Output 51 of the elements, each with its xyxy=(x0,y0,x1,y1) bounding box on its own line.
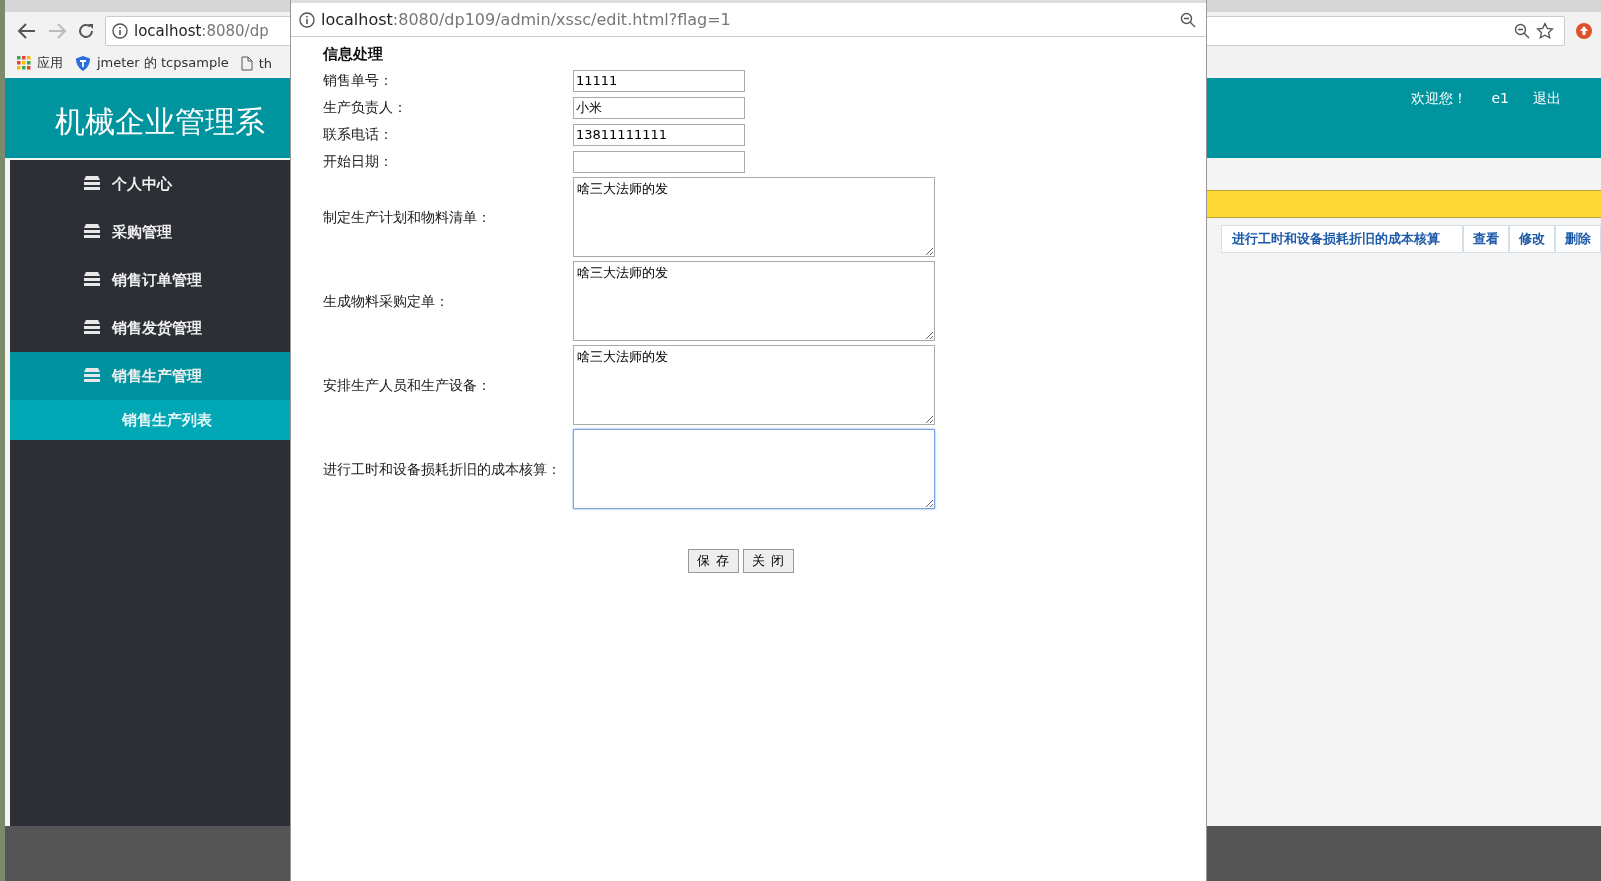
welcome-text: 欢迎您！ xyxy=(1411,90,1468,108)
sidebar-item[interactable]: 个人中心 xyxy=(10,160,290,208)
action-link[interactable]: 删除 xyxy=(1555,225,1601,253)
stack-icon xyxy=(82,176,102,192)
site-title: 机械企业管理系 xyxy=(55,103,265,141)
text-area[interactable]: 啥三大法师的发 xyxy=(573,177,935,257)
field-label: 开始日期： xyxy=(323,152,394,171)
apps-grid-icon xyxy=(17,56,31,70)
logout-link[interactable]: 退出 xyxy=(1533,90,1561,108)
text-area[interactable] xyxy=(573,429,935,509)
form-button[interactable]: 保 存 xyxy=(688,549,740,573)
field-label: 生成物料采购定单： xyxy=(323,291,450,311)
back-arrow-icon[interactable] xyxy=(17,22,37,40)
action-link[interactable]: 修改 xyxy=(1509,225,1555,253)
field-label: 制定生产计划和物料清单： xyxy=(323,207,492,227)
sidebar-item[interactable]: 销售发货管理 xyxy=(10,304,290,352)
info-icon xyxy=(299,11,315,28)
sidebar-item[interactable]: 采购管理 xyxy=(10,208,290,256)
text-area[interactable]: 啥三大法师的发 xyxy=(573,261,935,341)
stack-icon xyxy=(82,368,102,384)
table-cell: 进行工时和设备损耗折旧的成本核算 xyxy=(1221,225,1463,253)
stack-icon xyxy=(82,272,102,288)
reload-icon[interactable] xyxy=(77,22,95,40)
bookmark-item[interactable]: th xyxy=(240,55,273,71)
field-label: 安排生产人员和生产设备： xyxy=(323,375,492,395)
action-link[interactable]: 查看 xyxy=(1463,225,1509,253)
input-field[interactable]: 11111 xyxy=(573,69,745,92)
field-label: 联系电话： xyxy=(323,125,394,144)
bookmark-item[interactable]: 应用 xyxy=(17,54,63,72)
zoom-icon[interactable] xyxy=(1180,11,1196,28)
stack-icon xyxy=(82,224,102,240)
info-icon xyxy=(112,23,128,39)
stack-icon xyxy=(82,320,102,336)
popup-address-bar: localhost:8080/dp109/admin/xssc/edit.html?flag=1 xyxy=(291,0,1206,37)
input-field[interactable] xyxy=(573,150,745,173)
page-icon xyxy=(240,55,253,71)
input-field[interactable]: 13811111111 xyxy=(573,123,745,146)
form-heading: 信息处理 xyxy=(323,45,384,65)
sidebar-item[interactable]: 销售订单管理 xyxy=(10,256,290,304)
zoom-out-icon[interactable] xyxy=(1514,23,1530,39)
field-label: 销售单号： xyxy=(323,71,394,90)
text-area[interactable]: 啥三大法师的发 xyxy=(573,345,935,425)
input-field[interactable]: 小米 xyxy=(573,96,745,119)
field-label: 进行工时和设备损耗折旧的成本核算： xyxy=(323,459,562,479)
form-button[interactable]: 关 闭 xyxy=(743,549,795,573)
username: e1 xyxy=(1491,90,1509,106)
shield-icon xyxy=(75,54,91,72)
extension-icon[interactable] xyxy=(1575,22,1593,40)
field-label: 生产负责人： xyxy=(323,98,408,117)
bookmark-item[interactable]: jmeter 的 tcpsample xyxy=(75,54,229,72)
star-icon[interactable] xyxy=(1536,22,1554,40)
